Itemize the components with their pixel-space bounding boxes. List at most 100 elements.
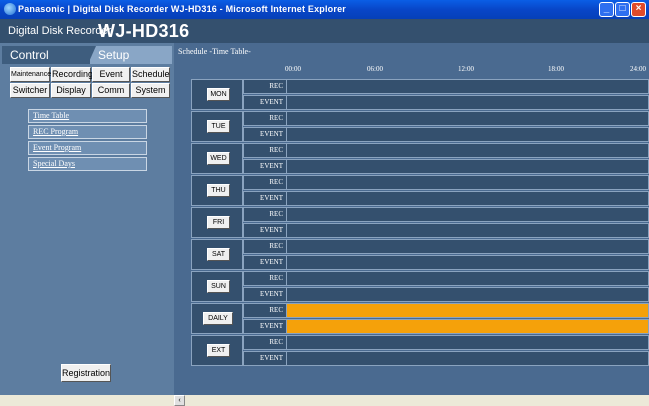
rec-row-label: REC bbox=[243, 207, 287, 222]
day-cell: THU bbox=[191, 175, 243, 206]
event-schedule-bar[interactable] bbox=[287, 191, 649, 206]
rec-row-label: REC bbox=[243, 79, 287, 94]
schedule-button[interactable]: Schedule bbox=[131, 67, 170, 82]
rec-row-label: REC bbox=[243, 303, 287, 318]
tab-control[interactable]: Control bbox=[2, 46, 90, 64]
rec-schedule-bar[interactable] bbox=[287, 111, 649, 126]
rec-row-label: REC bbox=[243, 335, 287, 350]
close-button[interactable]: × bbox=[631, 2, 646, 17]
event-row-label: EVENT bbox=[243, 191, 287, 206]
event-row-label: EVENT bbox=[243, 319, 287, 334]
recording-button[interactable]: Recording bbox=[51, 67, 93, 82]
day-button-ext[interactable]: EXT bbox=[207, 344, 230, 357]
event-schedule-bar[interactable] bbox=[287, 351, 649, 366]
rec-row-label: REC bbox=[243, 111, 287, 126]
schedule-panel: Schedule -Time Table- 00:00 06:00 12:00 … bbox=[174, 43, 649, 395]
horizontal-scrollbar[interactable]: ‹ bbox=[174, 395, 649, 406]
day-row-tue: TUE REC EVENT bbox=[191, 111, 649, 143]
submenu-event-program[interactable]: Event Program bbox=[28, 141, 147, 155]
minimize-button[interactable]: _ bbox=[599, 2, 614, 17]
rec-schedule-bar[interactable] bbox=[287, 335, 649, 350]
day-cell: DAILY bbox=[191, 303, 243, 334]
event-row-label: EVENT bbox=[243, 127, 287, 142]
day-cell: MON bbox=[191, 79, 243, 110]
time-label: 24:00 bbox=[630, 65, 646, 73]
submenu-rec-program[interactable]: REC Program bbox=[28, 125, 147, 139]
event-row-label: EVENT bbox=[243, 223, 287, 238]
event-row-label: EVENT bbox=[243, 95, 287, 110]
tab-setup[interactable]: Setup bbox=[88, 46, 172, 64]
title-bar: Panasonic | Digital Disk Recorder WJ-HD3… bbox=[0, 0, 649, 19]
day-button-tue[interactable]: TUE bbox=[207, 120, 230, 133]
time-label: 12:00 bbox=[458, 65, 474, 73]
ie-icon bbox=[4, 3, 16, 15]
rec-row-label: REC bbox=[243, 239, 287, 254]
day-button-daily[interactable]: DAILY bbox=[203, 312, 233, 325]
comm-button[interactable]: Comm bbox=[92, 83, 130, 98]
day-row-thu: THU REC EVENT bbox=[191, 175, 649, 207]
day-row-sat: SAT REC EVENT bbox=[191, 239, 649, 271]
maximize-button[interactable]: □ bbox=[615, 2, 630, 17]
day-row-ext: EXT REC EVENT bbox=[191, 335, 649, 367]
rec-schedule-bar[interactable] bbox=[287, 143, 649, 158]
rec-schedule-bar[interactable] bbox=[287, 271, 649, 286]
browser-window: Panasonic | Digital Disk Recorder WJ-HD3… bbox=[0, 0, 649, 406]
day-cell: EXT bbox=[191, 335, 243, 366]
day-cell: WED bbox=[191, 143, 243, 174]
day-cell: FRI bbox=[191, 207, 243, 238]
event-row-label: EVENT bbox=[243, 287, 287, 302]
rec-schedule-bar[interactable] bbox=[287, 239, 649, 254]
rec-schedule-bar[interactable] bbox=[287, 207, 649, 222]
day-button-sun[interactable]: SUN bbox=[207, 280, 230, 293]
day-cell: TUE bbox=[191, 111, 243, 142]
day-cell: SUN bbox=[191, 271, 243, 302]
rec-schedule-bar[interactable] bbox=[287, 175, 649, 190]
day-row-fri: FRI REC EVENT bbox=[191, 207, 649, 239]
rec-row-label: REC bbox=[243, 175, 287, 190]
event-row-label: EVENT bbox=[243, 351, 287, 366]
time-label: 18:00 bbox=[548, 65, 564, 73]
rec-row-label: REC bbox=[243, 143, 287, 158]
submenu-special-days[interactable]: Special Days bbox=[28, 157, 147, 171]
schedule-title: Schedule -Time Table- bbox=[178, 47, 251, 56]
event-button[interactable]: Event bbox=[92, 67, 130, 82]
day-row-sun: SUN REC EVENT bbox=[191, 271, 649, 303]
day-row-mon: MON REC EVENT bbox=[191, 79, 649, 111]
day-row-daily: DAILY REC EVENT bbox=[191, 303, 649, 335]
event-schedule-bar[interactable] bbox=[287, 319, 649, 334]
day-button-sat[interactable]: SAT bbox=[207, 248, 230, 261]
day-button-thu[interactable]: THU bbox=[207, 184, 230, 197]
event-row-label: EVENT bbox=[243, 159, 287, 174]
rec-schedule-bar[interactable] bbox=[287, 79, 649, 94]
day-row-wed: WED REC EVENT bbox=[191, 143, 649, 175]
app-header: Digital Disk Recorder WJ-HD316 bbox=[0, 19, 649, 43]
time-table-grid: MON REC EVENT TUE REC EVENT WED REC EVENT THU REC E… bbox=[191, 79, 649, 369]
event-schedule-bar[interactable] bbox=[287, 159, 649, 174]
event-schedule-bar[interactable] bbox=[287, 95, 649, 110]
day-button-wed[interactable]: WED bbox=[207, 152, 230, 165]
day-button-fri[interactable]: FRI bbox=[207, 216, 230, 229]
model-name: WJ-HD316 bbox=[98, 21, 190, 41]
window-title: Panasonic | Digital Disk Recorder WJ-HD3… bbox=[18, 4, 346, 14]
day-cell: SAT bbox=[191, 239, 243, 270]
display-button[interactable]: Display bbox=[51, 83, 91, 98]
submenu-time-table[interactable]: Time Table bbox=[28, 109, 147, 123]
scroll-left-icon[interactable]: ‹ bbox=[174, 395, 185, 406]
time-label: 00:00 bbox=[285, 65, 301, 73]
brand-name: Digital Disk Recorder bbox=[8, 25, 112, 37]
sidebar: Control Setup Maintenance Recording Even… bbox=[0, 43, 174, 395]
rec-schedule-bar[interactable] bbox=[287, 303, 649, 318]
day-button-mon[interactable]: MON bbox=[207, 88, 230, 101]
event-schedule-bar[interactable] bbox=[287, 223, 649, 238]
event-schedule-bar[interactable] bbox=[287, 127, 649, 142]
switcher-button[interactable]: Switcher bbox=[10, 83, 50, 98]
system-button[interactable]: System bbox=[131, 83, 170, 98]
event-row-label: EVENT bbox=[243, 255, 287, 270]
maintenance-button[interactable]: Maintenance bbox=[10, 67, 51, 82]
event-schedule-bar[interactable] bbox=[287, 287, 649, 302]
registration-button[interactable]: Registration bbox=[61, 364, 111, 382]
event-schedule-bar[interactable] bbox=[287, 255, 649, 270]
rec-row-label: REC bbox=[243, 271, 287, 286]
status-bar bbox=[0, 395, 174, 406]
time-label: 06:00 bbox=[367, 65, 383, 73]
